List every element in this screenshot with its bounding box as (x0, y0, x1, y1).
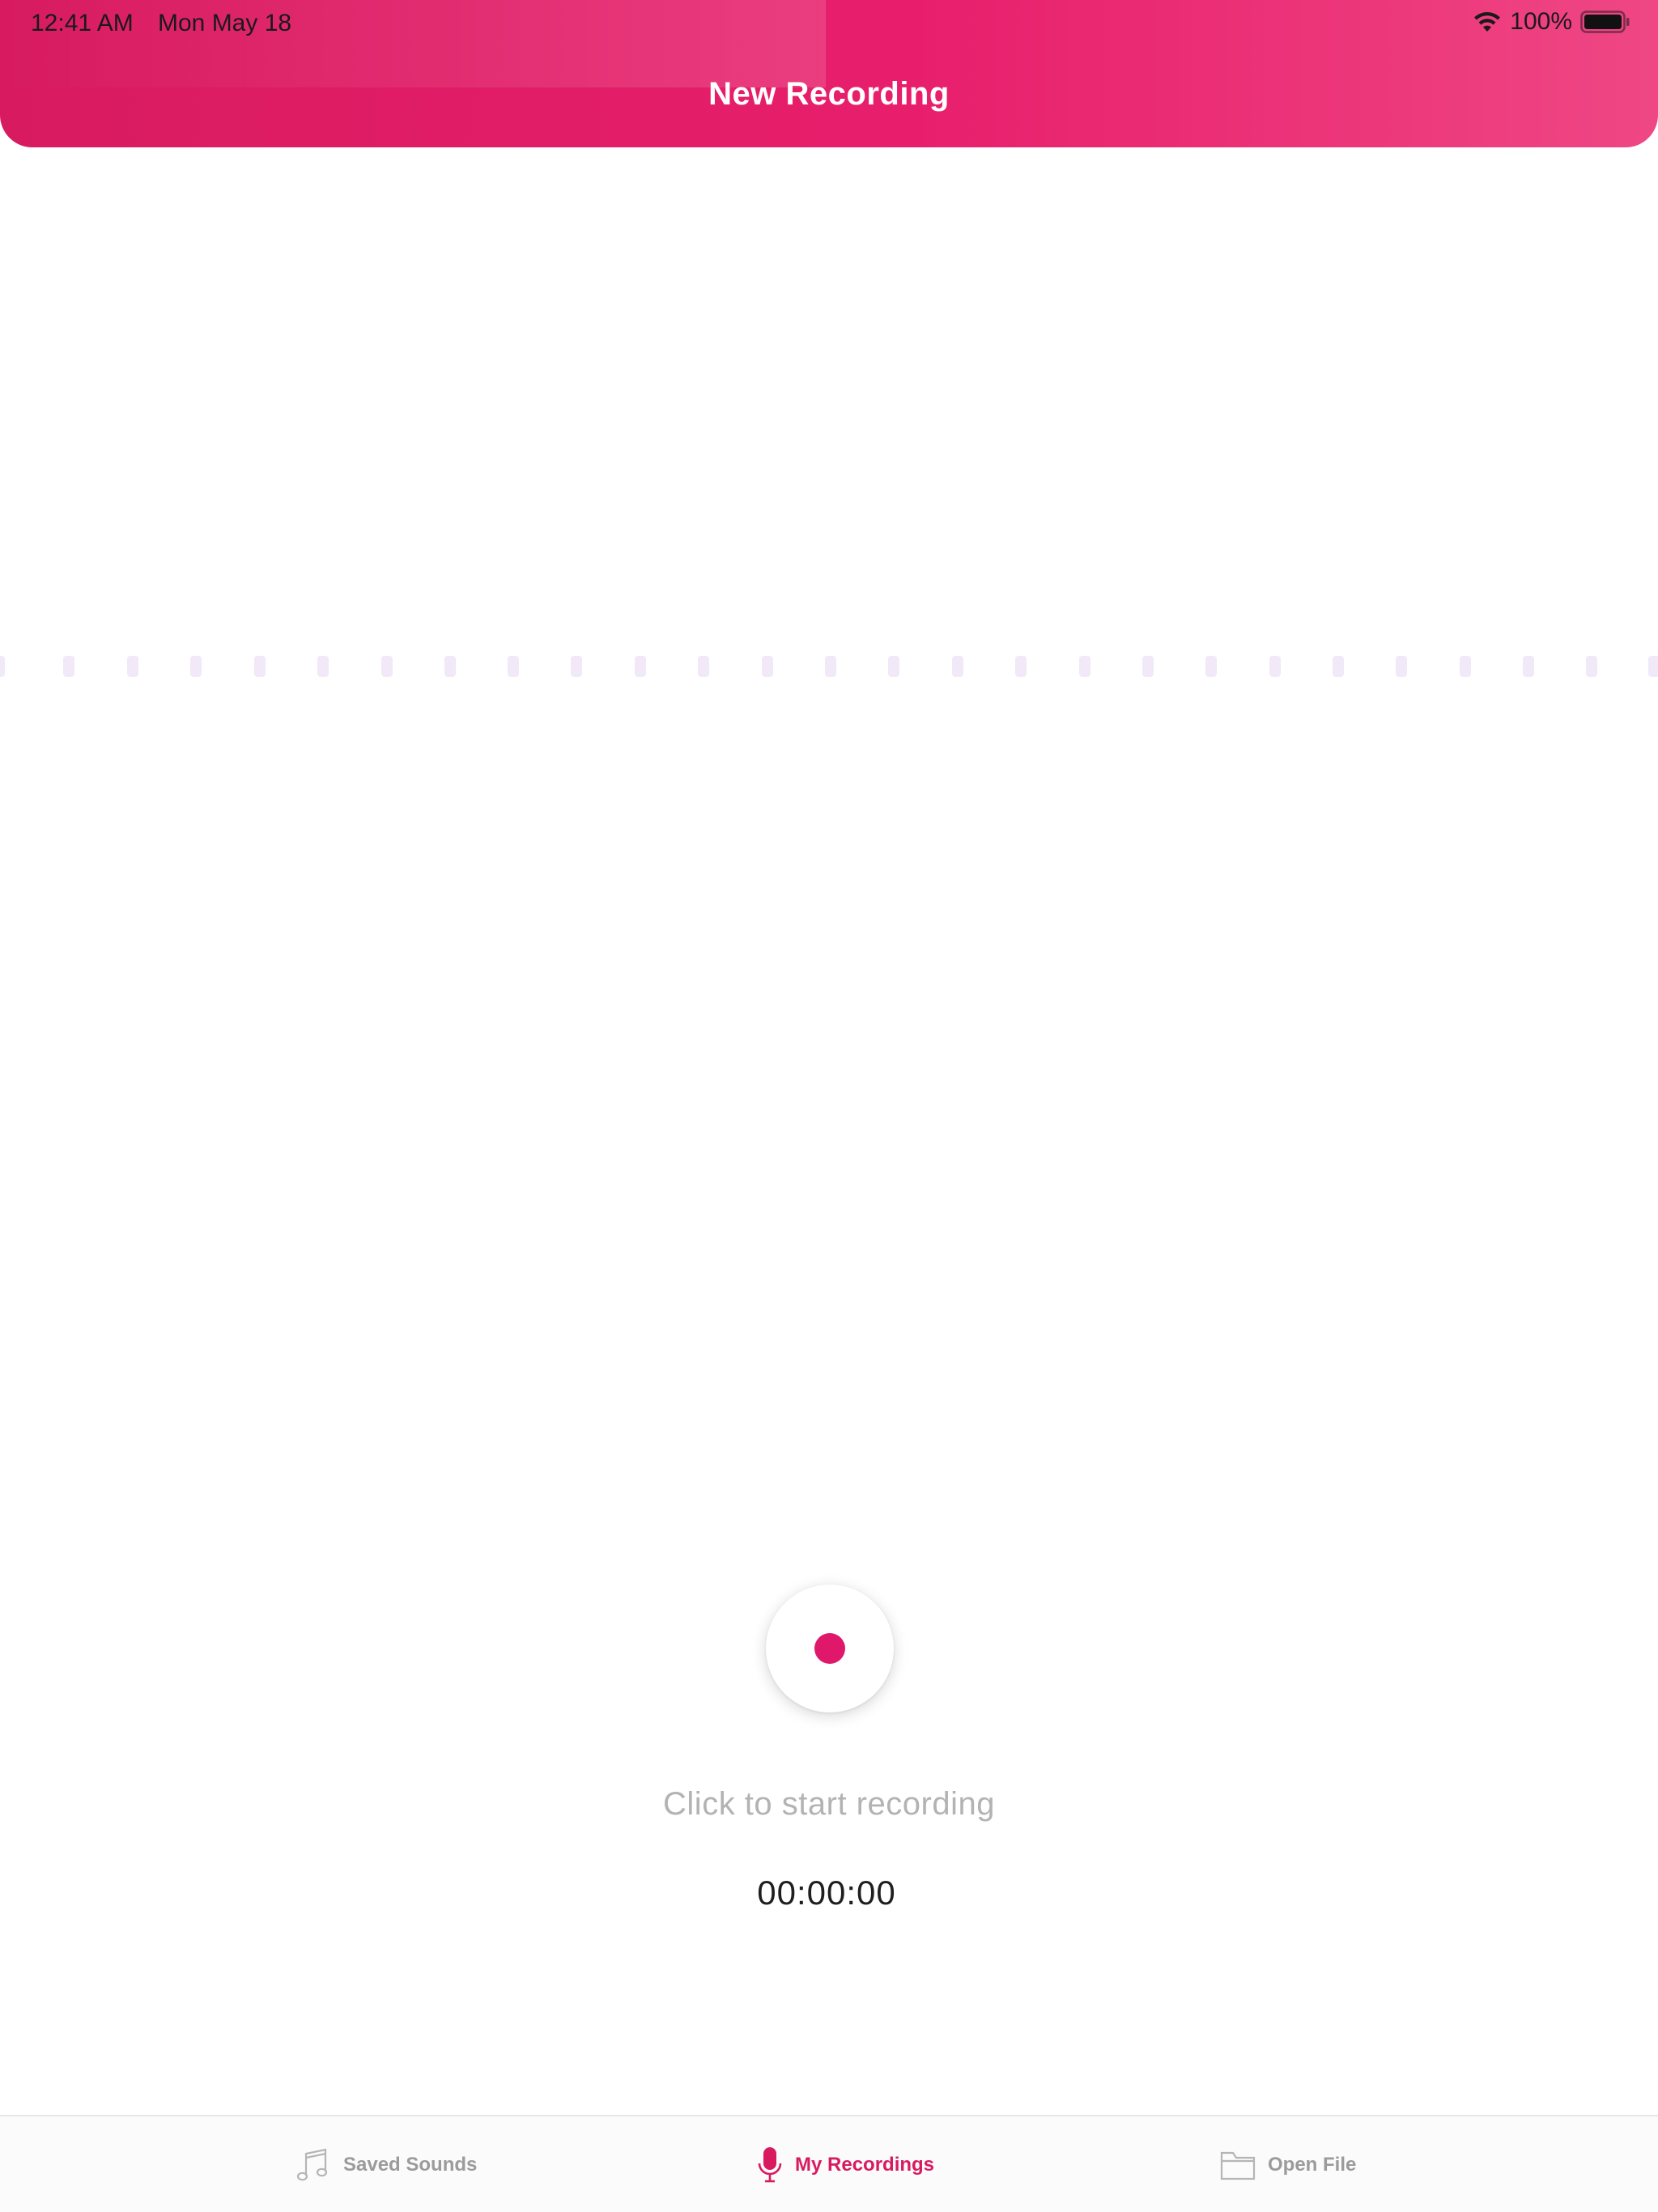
header: 12:41 AM Mon May 18 100% New Recording (0, 0, 1658, 147)
status-indicators: 100% (1473, 8, 1630, 36)
waveform-dot (635, 656, 646, 677)
waveform-dot (508, 656, 519, 677)
waveform-dot (762, 656, 773, 677)
tab-bar: Saved Sounds My Recordings Open File (0, 2115, 1658, 2212)
page-title: New Recording (708, 76, 950, 112)
waveform-dot (317, 656, 329, 677)
music-note-icon (296, 2148, 328, 2181)
waveform-dot (888, 656, 899, 677)
waveform (0, 656, 1658, 678)
app-screen: 12:41 AM Mon May 18 100% New Recording C… (0, 0, 1658, 2212)
battery-full-icon (1580, 11, 1630, 33)
tab-label: Open File (1268, 2154, 1357, 2176)
waveform-dot (698, 656, 709, 677)
status-bar: 12:41 AM Mon May 18 100% (0, 0, 1658, 49)
waveform-dot (1269, 656, 1281, 677)
waveform-dot (952, 656, 963, 677)
record-button[interactable] (766, 1585, 894, 1712)
record-hint: Click to start recording (663, 1786, 995, 1822)
microphone-icon (758, 2147, 782, 2183)
waveform-dot (1586, 656, 1597, 677)
battery-percent: 100% (1510, 8, 1572, 35)
waveform-dot (254, 656, 266, 677)
folder-icon (1220, 2151, 1256, 2180)
waveform-dot (1142, 656, 1154, 677)
tab-open-file[interactable]: Open File (1219, 2116, 1356, 2212)
waveform-dot (63, 656, 74, 677)
waveform-dot (1460, 656, 1471, 677)
tab-my-recordings[interactable]: My Recordings (756, 2116, 934, 2212)
elapsed-time: 00:00:00 (757, 1874, 896, 1912)
waveform-dot (571, 656, 582, 677)
waveform-dot (825, 656, 836, 677)
tab-label: Saved Sounds (343, 2154, 478, 2176)
waveform-dot (444, 656, 456, 677)
record-icon (814, 1633, 845, 1664)
waveform-dot (381, 656, 393, 677)
waveform-dot (1396, 656, 1407, 677)
status-time: 12:41 AM (31, 10, 134, 36)
waveform-dot (1333, 656, 1344, 677)
tab-label: My Recordings (795, 2154, 935, 2176)
tab-saved-sounds[interactable]: Saved Sounds (295, 2116, 477, 2212)
waveform-dot (1523, 656, 1534, 677)
waveform-dot (1205, 656, 1217, 677)
status-date: Mon May 18 (158, 10, 292, 36)
waveform-dot (0, 656, 5, 677)
waveform-dot (127, 656, 138, 677)
wifi-icon (1474, 12, 1501, 32)
waveform-dot (190, 656, 202, 677)
waveform-dot (1015, 656, 1027, 677)
waveform-dot (1079, 656, 1090, 677)
waveform-dot (1648, 656, 1658, 677)
